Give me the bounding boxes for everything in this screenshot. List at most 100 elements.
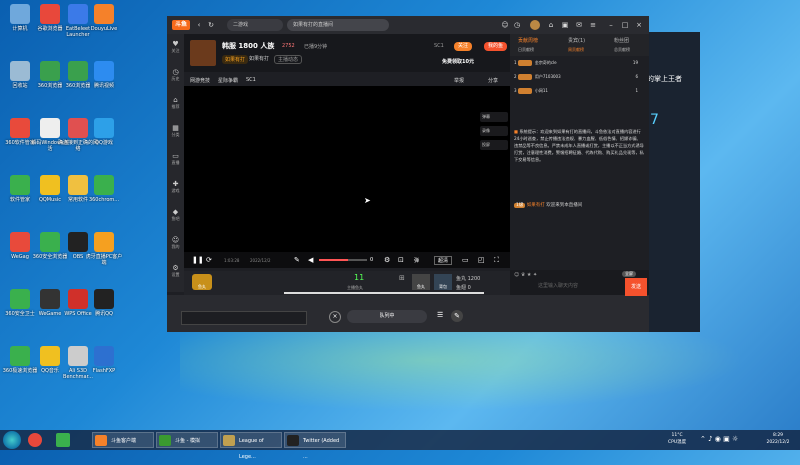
volume-icon[interactable]: ◀ xyxy=(308,256,313,264)
rank-username: 用户7103003 xyxy=(534,74,561,79)
quality-select[interactable]: 超清 xyxy=(434,256,453,265)
gift-button[interactable]: 我的鱼 xyxy=(484,42,508,51)
queue-status[interactable]: 队列中 xyxy=(347,310,427,323)
video-player[interactable]: ➤ xyxy=(184,86,510,260)
subtab-daily[interactable]: 日贡献榜 xyxy=(518,47,534,53)
nav-item-user[interactable]: ☺ 我的 xyxy=(167,236,184,250)
bottom-search-input[interactable] xyxy=(181,311,307,325)
desktop-icon[interactable]: QQ游戏 xyxy=(84,118,124,146)
tab-weekly-rank[interactable]: 贡献周榜 xyxy=(518,37,538,44)
pip-icon[interactable]: ◰ xyxy=(478,256,485,264)
wide-icon[interactable]: ▭ xyxy=(462,256,469,264)
nav-item-fish[interactable]: ◆ 鱼吧 xyxy=(167,208,184,222)
nav-item-gear[interactable]: ⚙ 设置 xyxy=(167,264,184,278)
taskbar-app-icon xyxy=(95,435,107,446)
gift-item-2[interactable]: 背包 xyxy=(434,274,452,290)
start-button[interactable] xyxy=(3,431,21,449)
crumb-game[interactable]: 星际争霸 xyxy=(218,77,238,84)
edit-icon[interactable]: ✎ xyxy=(294,256,300,264)
nav-item-grid[interactable]: ▦ 分类 xyxy=(167,124,184,138)
avatar[interactable] xyxy=(530,20,540,30)
app-icon xyxy=(40,232,60,252)
nav-item-home[interactable]: ⌂ 推荐 xyxy=(167,96,184,110)
douyu-logo[interactable]: 斗鱼 xyxy=(172,20,190,30)
chat-input[interactable]: 这里输入聊天内容 xyxy=(538,282,578,289)
fullscreen-mode-toggle[interactable]: 全屏 xyxy=(622,271,636,277)
scrollbar[interactable] xyxy=(284,292,484,294)
playlist-icon[interactable]: ☰ xyxy=(437,311,443,319)
volume-slider[interactable] xyxy=(319,259,367,261)
taskbar-app-button[interactable]: 斗鱼客户端 xyxy=(92,432,154,448)
message-icon[interactable]: ☺ xyxy=(501,21,509,29)
refresh-stream-icon[interactable]: ⟳ xyxy=(206,256,212,264)
nav-item-game[interactable]: ✚ 游戏 xyxy=(167,180,184,194)
taskbar-app-button[interactable]: League of Lege... xyxy=(220,432,282,460)
pen-icon[interactable]: ✎ xyxy=(451,310,463,322)
crown-icon[interactable]: ♛ xyxy=(521,272,525,278)
welcome-user[interactable]: 如果有打 xyxy=(527,203,545,208)
follow-button[interactable]: 关注 xyxy=(454,42,473,51)
minimize-icon[interactable]: – xyxy=(607,21,615,29)
temperature-widget[interactable]: 11°C CPU温度 xyxy=(668,432,686,446)
subtab-total[interactable]: 总贡献榜 xyxy=(614,47,630,53)
subtab-weekly[interactable]: 周贡献榜 xyxy=(568,47,584,53)
back-icon[interactable]: ‹ xyxy=(195,21,203,29)
heart-icon: ♥ xyxy=(172,40,179,48)
screenshot-icon[interactable]: ⊡ xyxy=(398,256,404,264)
desktop-icon[interactable]: 360chrom... xyxy=(84,175,124,203)
desktop-icon[interactable]: FlashFXP xyxy=(84,346,124,374)
desktop-icon[interactable]: 腾讯视频 xyxy=(84,61,124,89)
mail-icon[interactable]: ✉ xyxy=(575,21,583,29)
fish-label: 主播鱼丸 xyxy=(347,285,363,290)
gift-small-icon[interactable]: ✦ xyxy=(533,272,537,278)
desktop-icon[interactable]: 虎牙直播PC客户端 xyxy=(84,232,124,266)
rank-row[interactable]: 2 用户7103003 6 xyxy=(514,74,644,84)
nav-item-clock[interactable]: ◷ 历史 xyxy=(167,68,184,82)
close-queue-icon[interactable]: × xyxy=(329,311,341,323)
report-link[interactable]: 举报 xyxy=(454,77,464,84)
desktop-icon[interactable]: DouyuLive xyxy=(84,4,124,32)
category-tag[interactable]: 主播动态 xyxy=(274,55,303,64)
level-badge[interactable]: 鱼丸 xyxy=(192,274,212,290)
send-button[interactable]: 发送 xyxy=(625,278,647,296)
taskbar-app-button[interactable]: Twitter (Added ... xyxy=(284,432,346,460)
promo-text[interactable]: 免费领取10元 xyxy=(442,58,474,65)
danmaku-icon[interactable]: 弹 xyxy=(414,257,419,264)
crumb-room[interactable]: SC1 xyxy=(246,77,256,83)
anchor-tag[interactable]: 如果有打 xyxy=(222,55,249,64)
maximize-icon[interactable]: □ xyxy=(621,21,629,29)
tab-home[interactable]: 二游戏 xyxy=(227,19,283,31)
history-icon[interactable]: ◷ xyxy=(513,21,521,29)
tab-vip[interactable]: 贵宾(1) xyxy=(568,37,585,44)
settings-icon[interactable]: ⚙ xyxy=(384,256,390,264)
chrome-taskbar-icon[interactable] xyxy=(28,433,42,447)
star-icon[interactable]: ★ xyxy=(527,272,531,278)
rank-row[interactable]: 3 小网11 1 xyxy=(514,88,644,98)
taskbar-app-button[interactable]: 斗鱼 - 模拟 xyxy=(156,432,218,448)
streamer-avatar[interactable] xyxy=(190,40,216,66)
pause-icon[interactable]: ❚❚ xyxy=(192,256,204,264)
refresh-icon[interactable]: ↻ xyxy=(207,21,215,29)
tray-icons[interactable]: ⌃ ♪ ◉ ▣ ☼ xyxy=(700,435,738,443)
share-link[interactable]: 分享 xyxy=(488,77,498,84)
tab-fans[interactable]: 粉丝团 xyxy=(614,37,629,44)
record-button[interactable]: 录像 xyxy=(480,126,508,136)
danmaku-toggle[interactable]: 弹幕 xyxy=(480,112,508,122)
nav-item-heart[interactable]: ♥ 关注 xyxy=(167,40,184,54)
gift-box-icon[interactable]: ⊞ xyxy=(399,274,405,282)
bag-icon[interactable]: ▣ xyxy=(561,21,569,29)
fullscreen-icon[interactable]: ⛶ xyxy=(494,256,499,265)
menu-icon[interactable]: ≡ xyxy=(589,21,597,29)
close-icon[interactable]: × xyxy=(635,21,643,29)
crumb-category[interactable]: 网游竞技 xyxy=(190,77,210,84)
desktop-icon[interactable]: 腾讯QQ xyxy=(84,289,124,317)
cast-button[interactable]: 投屏 xyxy=(480,140,508,150)
emoji-icon[interactable]: ☺ xyxy=(514,272,519,278)
tab-room[interactable]: 如果有打的直播间 xyxy=(287,19,389,31)
nav-item-tv[interactable]: ▭ 直播 xyxy=(167,152,184,166)
rank-row[interactable]: 1 金宗奇的cle 19 xyxy=(514,60,644,70)
clock[interactable]: 8:29 2022/12/2 xyxy=(760,432,796,446)
gift-item-1[interactable]: 鱼丸 xyxy=(412,274,430,290)
shop-icon[interactable]: ⌂ xyxy=(547,21,555,29)
360-taskbar-icon[interactable] xyxy=(56,433,70,447)
